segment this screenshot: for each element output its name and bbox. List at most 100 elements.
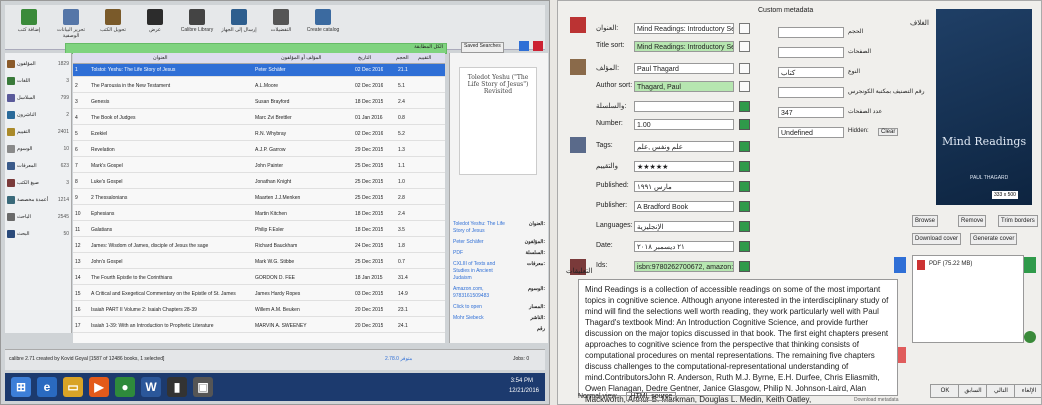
- field-ids[interactable]: isbn:9780262700672, amazon:026270066: [634, 261, 734, 272]
- book-cover-thumbnail[interactable]: Toledot Yeshu ("The Life Story of Jesus"…: [459, 67, 537, 175]
- remove-format-icon[interactable]: [1024, 331, 1036, 343]
- cover-button[interactable]: Trim borders: [998, 215, 1038, 227]
- table-row[interactable]: 6 Revelation A.J.P. Garrow 29 Dec 2015 1.3: [73, 144, 445, 157]
- table-row[interactable]: 5 Ezekiel R.N. Whybray 02 Dec 2016 5.2: [73, 128, 445, 141]
- table-row[interactable]: 10 Ephesians Martin Kitchen 18 Dec 2015 2.4: [73, 208, 445, 221]
- field-series[interactable]: [634, 101, 734, 112]
- table-row[interactable]: 4 The Book of Judges Marc Zvi Brettler 01 J…: [73, 112, 445, 125]
- column-author[interactable]: المؤلف أو المؤلفون: [281, 55, 321, 61]
- sidebar-item[interactable]: المؤلفون 1829: [7, 57, 69, 70]
- field-author_sort[interactable]: Thagard, Paul: [634, 81, 734, 92]
- field-action-icon[interactable]: [739, 261, 750, 272]
- custom-field[interactable]: [778, 27, 844, 38]
- add-format-icon[interactable]: [1024, 257, 1036, 273]
- custom-clear-button[interactable]: Clear: [878, 128, 899, 136]
- cover-button[interactable]: Browse: [912, 215, 939, 227]
- table-row[interactable]: 8 Luke's Gospel Jonathan Knight 25 Dec 2015…: [73, 176, 445, 189]
- table-row[interactable]: 2 The Parousia in the New Testament A.L.Mo…: [73, 80, 445, 93]
- tab-normal-view[interactable]: Normal view: [578, 393, 617, 400]
- field-action-icon[interactable]: [739, 241, 750, 252]
- table-row[interactable]: 15 A Critical and Exegetical Commentary o…: [73, 288, 445, 301]
- table-row[interactable]: 16 Isaiah PART II Volume 2: Isaiah Chapte…: [73, 304, 445, 317]
- column-date[interactable]: التاريخ: [358, 55, 371, 61]
- custom-field[interactable]: Undefined: [778, 127, 844, 138]
- tab-html-source[interactable]: HTML source: [626, 392, 677, 401]
- cover-button[interactable]: Remove: [958, 215, 987, 227]
- column-size[interactable]: الحجم: [396, 55, 409, 61]
- app-taskbar-icon[interactable]: ▣: [193, 377, 213, 397]
- field-action-icon[interactable]: [739, 23, 750, 34]
- create-catalog-button[interactable]: Create catalog: [303, 7, 343, 33]
- cover-button[interactable]: Download cover: [912, 233, 962, 245]
- dialog-button[interactable]: التالي: [986, 384, 1016, 398]
- format-cover-icon[interactable]: [894, 257, 906, 273]
- sidebar-item[interactable]: اللغات 3: [7, 74, 69, 87]
- field-authors[interactable]: Paul Thagard: [634, 63, 734, 74]
- sidebar-item[interactable]: السلاسل 799: [7, 91, 69, 104]
- field-date[interactable]: ٢١ ديسمبر ٢٠١٨: [634, 241, 734, 252]
- field-action-icon[interactable]: [739, 41, 750, 52]
- field-rating[interactable]: ★★★★★: [634, 161, 734, 172]
- sidebar-item[interactable]: صيغ الكتب 3: [7, 176, 69, 189]
- jobs-indicator[interactable]: Jobs: 0: [513, 356, 529, 362]
- format-item[interactable]: PDF (75.22 MB): [929, 261, 972, 267]
- dialog-button[interactable]: OK: [930, 384, 960, 398]
- field-title[interactable]: Mind Readings: Introductory Selections: [634, 23, 734, 34]
- field-tags[interactable]: علم ونفس ,علم: [634, 141, 734, 152]
- dialog-button[interactable]: السابق: [958, 384, 988, 398]
- start-icon[interactable]: ⊞: [11, 377, 31, 397]
- explorer-icon[interactable]: ▭: [63, 377, 83, 397]
- table-row[interactable]: 3 Genesis Susan Brayford 18 Dec 2015 2.4: [73, 96, 445, 109]
- table-row[interactable]: 9 2 Thessalonians Maarten J.J.Menken 25 Dec…: [73, 192, 445, 205]
- media-icon[interactable]: ▶: [89, 377, 109, 397]
- field-number[interactable]: 1.00: [634, 119, 734, 130]
- view-button[interactable]: عرض: [135, 7, 175, 33]
- table-row[interactable]: 14 The Fourth Epistle to the Corinthians G…: [73, 272, 445, 285]
- table-row[interactable]: 11 Galatians Philip F.Esler 18 Dec 2015 3.5: [73, 224, 445, 237]
- table-row[interactable]: 12 James: Wisdom of James, disciple of Je…: [73, 240, 445, 253]
- custom-field[interactable]: [778, 87, 844, 98]
- field-title_sort[interactable]: Mind Readings: Introductory Selections: [634, 41, 734, 52]
- field-action-icon[interactable]: [739, 201, 750, 212]
- sidebar-item[interactable]: الوسوم 10: [7, 142, 69, 155]
- sidebar-item[interactable]: التقييم 2401: [7, 125, 69, 138]
- word-icon[interactable]: W: [141, 377, 161, 397]
- column-rating[interactable]: التقييم: [418, 55, 431, 61]
- table-row[interactable]: 13 John's Gospel Mark W.G. Stibbe 25 Dec 20…: [73, 256, 445, 269]
- chrome-icon[interactable]: ●: [115, 377, 135, 397]
- field-languages[interactable]: الإنجليزية: [634, 221, 734, 232]
- column-title[interactable]: العنوان: [153, 55, 167, 61]
- field-action-icon[interactable]: [739, 119, 750, 130]
- comments-editor[interactable]: Mind Readings is a collection of accessi…: [578, 279, 898, 404]
- cover-button[interactable]: Generate cover: [970, 233, 1018, 245]
- field-publisher[interactable]: A Bradford Book: [634, 201, 734, 212]
- field-action-icon[interactable]: [739, 81, 750, 92]
- calibre-taskbar-icon[interactable]: ▮: [167, 377, 187, 397]
- table-row[interactable]: 7 Mark's Gospel John Painter 25 Dec 2015 1.1: [73, 160, 445, 173]
- sidebar-item[interactable]: الناشرون 2: [7, 108, 69, 121]
- preferences-button[interactable]: التفضيلات: [261, 7, 301, 33]
- saved-searches-button[interactable]: Saved Searches: [461, 42, 504, 53]
- ie-icon[interactable]: e: [37, 377, 57, 397]
- download-metadata-button[interactable]: Download metadata: [854, 397, 898, 403]
- table-row[interactable]: 1 Tolstoi: Yeshu: The Life Story of Jesus…: [73, 64, 445, 77]
- sidebar-item[interactable]: الباحث 2545: [7, 210, 69, 223]
- edit-metadata-button[interactable]: تحرير البيانات الوصفية: [51, 7, 91, 39]
- detail-value[interactable]: Click to open: [453, 304, 482, 311]
- field-action-icon[interactable]: [739, 101, 750, 112]
- sidebar-item[interactable]: أعمدة مخصصة 1214: [7, 193, 69, 206]
- update-link[interactable]: 2.78.0 متوفر: [385, 356, 412, 362]
- custom-field[interactable]: 347: [778, 107, 844, 118]
- field-published[interactable]: مارس ١٩٩١: [634, 181, 734, 192]
- sidebar-item[interactable]: المعرفات 623: [7, 159, 69, 172]
- field-action-icon[interactable]: [739, 161, 750, 172]
- clear-search-icon[interactable]: [533, 41, 543, 51]
- cover-tab[interactable]: الغلاف: [910, 19, 929, 27]
- field-action-icon[interactable]: [739, 181, 750, 192]
- field-action-icon[interactable]: [739, 141, 750, 152]
- convert-books-button[interactable]: تحويل الكتب: [93, 7, 133, 33]
- field-action-icon[interactable]: [739, 63, 750, 74]
- sidebar-item[interactable]: البحث 50: [7, 227, 69, 240]
- send-to-device-button[interactable]: إرسال إلى الجهاز: [219, 7, 259, 33]
- library-button[interactable]: Calibre Library: [177, 7, 217, 33]
